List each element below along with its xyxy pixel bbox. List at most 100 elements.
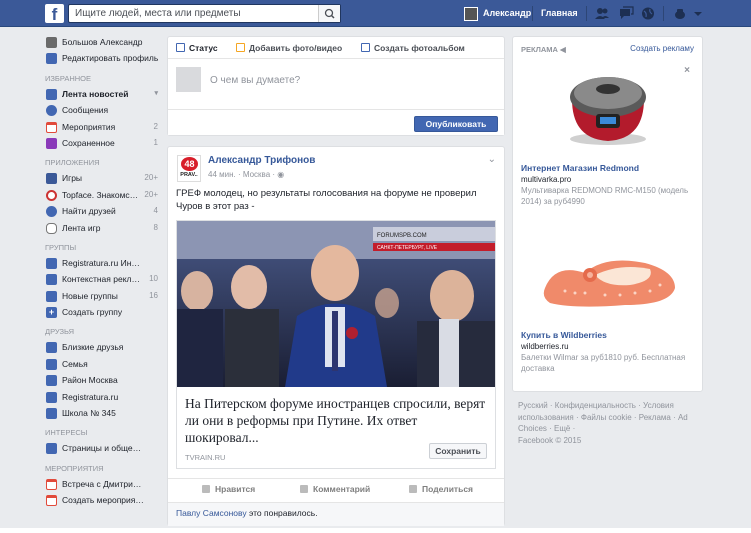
image-caption: САНКТ-ПЕТЕРБУРГ, LIVE (377, 245, 438, 251)
sidebar-item-label: Найти друзей (62, 206, 116, 217)
group-icon (46, 274, 57, 286)
avatar[interactable]: 48 PRAV.. (177, 155, 201, 182)
sidebar-item-create-event[interactable]: Создать мероприя… (44, 492, 162, 508)
avatar-number: 48 (181, 157, 198, 171)
image-caption: FORUMSPB.COM (377, 233, 427, 239)
photo-icon (236, 43, 245, 52)
multicooker-image[interactable] (558, 59, 658, 149)
liker-link[interactable]: Павлу Самсонову (176, 508, 247, 518)
megaphone-icon: ◀ (560, 45, 566, 54)
group-icon (46, 257, 57, 269)
chevron-down-icon[interactable]: ▾ (154, 86, 158, 102)
search-input[interactable] (69, 5, 319, 22)
sidebar-item-group[interactable]: Контекстная рекл… 10 (44, 271, 162, 287)
ad-description: Мультиварка REDMOND RMC-M150 (модель 201… (521, 186, 689, 206)
sidebar-item-news-feed[interactable]: Лента новостей ▾ (44, 86, 162, 102)
sidebar-item-close-friends[interactable]: Близкие друзья (44, 339, 162, 355)
sidebar-item-label: Редактировать профиль (62, 53, 159, 64)
share-icon (409, 485, 417, 493)
count-badge: 20+ (144, 189, 158, 199)
tab-create-album[interactable]: Создать фотоальбом (361, 43, 465, 53)
chevron-down-icon[interactable] (690, 6, 706, 21)
save-button[interactable]: Сохранить (429, 443, 487, 459)
post-text: ГРЕФ молодец, но результаты голосования … (176, 188, 477, 212)
profile-link[interactable]: Александр (483, 8, 531, 18)
sidebar-item-label: Лента игр (62, 222, 101, 233)
likes-summary: Павлу Самсонову это понравилось. (168, 502, 504, 526)
sidebar-item-find-friends[interactable]: Найти друзей 4 (44, 203, 162, 219)
sidebar-item-new-groups[interactable]: Новые группы 16 (44, 288, 162, 304)
sidebar-item-create-group[interactable]: + Создать группу (44, 304, 162, 320)
sidebar-profile[interactable]: Большов Александр (44, 34, 162, 50)
ad-url[interactable]: wildberries.ru (521, 342, 569, 351)
search-button[interactable] (318, 5, 340, 22)
messages-icon (46, 105, 57, 117)
like-button[interactable]: Нравится (202, 484, 255, 494)
search-box (68, 4, 341, 23)
status-input[interactable]: О чем вы думаете? (210, 75, 300, 86)
sidebar-item-school[interactable]: Школа № 345 (44, 405, 162, 421)
post-place[interactable]: Москва (243, 170, 270, 179)
sidebar-item-event[interactable]: Встреча с Дмитри… (44, 476, 162, 492)
location-icon (46, 375, 57, 387)
sidebar-item-label: Встреча с Дмитри… (62, 478, 142, 489)
ad-title[interactable]: Интернет Магазин Redmond (521, 163, 639, 173)
sidebar-item-topface[interactable]: Topface. Знакомс… 20+ (44, 187, 162, 203)
newsfeed-icon (46, 88, 57, 100)
friends-icon (46, 206, 57, 218)
plus-icon: + (46, 307, 57, 319)
share-button[interactable]: Поделиться (409, 484, 473, 494)
sidebar-item-games[interactable]: Игры 20+ (44, 170, 162, 186)
sidebar-item-games-feed[interactable]: Лента игр 8 (44, 220, 162, 236)
sidebar-item-group[interactable]: Registratura.ru Ин… (44, 255, 162, 271)
top-navigation-bar: f Александр Главная (0, 0, 751, 27)
ad-title[interactable]: Купить в Wildberries (521, 330, 607, 340)
groups-header: ГРУППЫ (45, 242, 77, 252)
bookmark-icon (46, 137, 57, 149)
link-preview-image[interactable]: FORUMSPB.COM САНКТ-ПЕТЕРБУРГ, LIVE (177, 221, 495, 387)
footer-more-link[interactable]: · Ещё · (547, 424, 575, 433)
composer-footer: Опубликовать (168, 109, 504, 135)
notifications-globe-icon[interactable] (640, 6, 656, 21)
sidebar-item-pages[interactable]: Страницы и обще… (44, 440, 162, 456)
post-time[interactable]: 44 мин. (208, 170, 236, 179)
tab-status[interactable]: Статус (176, 43, 218, 53)
sidebar-item-label: Игры (62, 173, 83, 184)
publish-button[interactable]: Опубликовать (414, 116, 498, 132)
home-link[interactable]: Главная (541, 8, 578, 18)
sidebar-item-label: Мероприятия (62, 121, 116, 132)
post-author[interactable]: Александр Трифонов (208, 155, 315, 166)
sidebar-edit-profile[interactable]: Редактировать профиль (44, 50, 162, 66)
sidebar-item-work[interactable]: Registratura.ru (44, 389, 162, 405)
calendar-plus-icon (46, 495, 57, 507)
avatar[interactable] (464, 7, 478, 21)
sidebar-item-saved[interactable]: Сохраненное 1 (44, 135, 162, 151)
tab-add-photo[interactable]: Добавить фото/видео (236, 43, 342, 53)
interests-header: ИНТЕРЕСЫ (45, 428, 88, 438)
sidebar-item-label: Большов Александр (62, 37, 143, 47)
friend-requests-icon[interactable] (594, 6, 610, 21)
comment-button[interactable]: Комментарий (300, 484, 370, 494)
sidebar-item-label: Школа № 345 (62, 408, 116, 419)
divider (586, 6, 587, 21)
messages-icon[interactable] (618, 6, 634, 21)
facebook-logo[interactable]: f (45, 4, 64, 24)
sidebar-item-events[interactable]: Мероприятия 2 (44, 119, 162, 135)
create-ad-link[interactable]: Создать рекламу (630, 44, 694, 53)
link-title[interactable]: На Питерском форуме иностранцев спросили… (185, 395, 491, 446)
privacy-lock-icon[interactable] (672, 6, 688, 21)
sidebar-item-messages[interactable]: Сообщения (44, 102, 162, 118)
sidebar-item-area[interactable]: Район Москва (44, 372, 162, 388)
link-preview-card[interactable]: FORUMSPB.COM САНКТ-ПЕТЕРБУРГ, LIVE На Пи… (176, 220, 496, 469)
chevron-down-icon[interactable]: ⌄ (488, 154, 496, 165)
star-icon (46, 342, 57, 354)
sidebar-item-label: Семья (62, 358, 88, 369)
ballet-flats-image[interactable] (535, 233, 685, 323)
link-domain: TVRAIN.RU (185, 453, 226, 462)
family-icon (46, 358, 57, 370)
post-actions: Нравится Комментарий Поделиться (168, 478, 504, 498)
footer-links[interactable]: Русский · Конфиденциальность · Условия и… (518, 401, 688, 433)
close-icon[interactable]: × (684, 65, 690, 76)
ad-url[interactable]: multivarka.pro (521, 175, 571, 184)
sidebar-item-family[interactable]: Семья (44, 356, 162, 372)
